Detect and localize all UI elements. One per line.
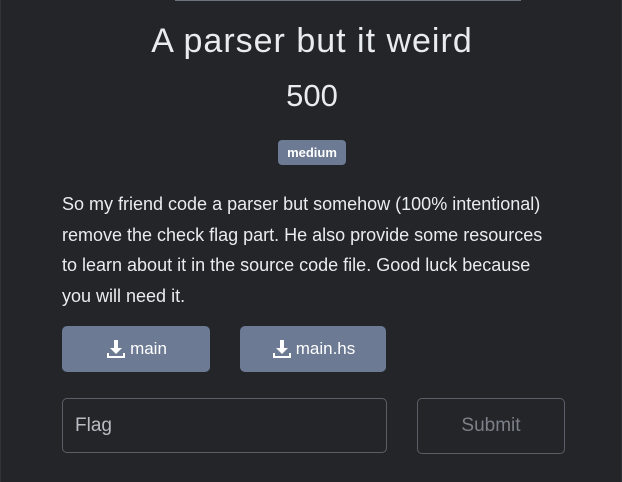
challenge-modal: A parser but it weird 500 medium So my f… xyxy=(0,0,622,482)
file-label: main.hs xyxy=(295,339,356,358)
submit-button[interactable]: Submit xyxy=(417,398,565,454)
difficulty-badge: medium xyxy=(278,140,346,165)
flag-input[interactable] xyxy=(62,398,387,453)
challenge-description: So my friend code a parser but somehow (… xyxy=(62,194,543,306)
challenge-value: 500 xyxy=(286,78,338,113)
file-download-main[interactable]: main xyxy=(62,326,210,372)
file-download-main-hs[interactable]: main.hs xyxy=(240,326,386,372)
file-label: main xyxy=(130,339,167,358)
download-icon xyxy=(272,340,291,358)
badge-container: medium xyxy=(1,140,622,165)
challenge-title: A parser but it weird xyxy=(151,22,473,60)
top-divider xyxy=(175,0,521,1)
download-icon xyxy=(107,340,126,358)
